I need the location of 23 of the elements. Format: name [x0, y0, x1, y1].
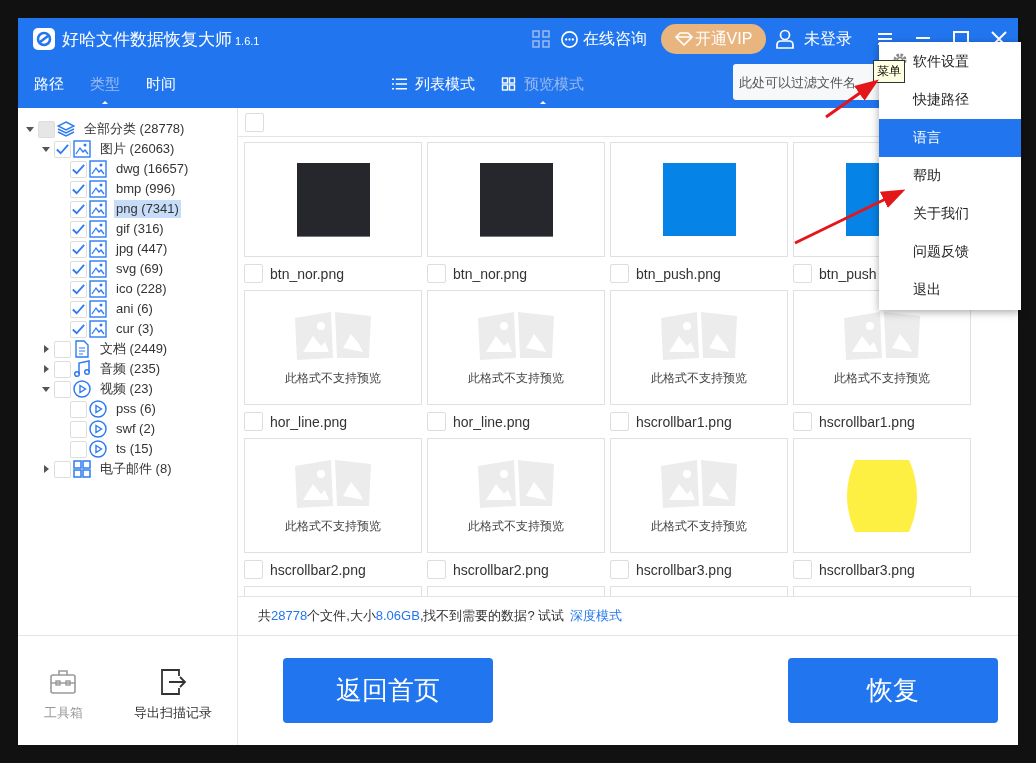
preview-unavailable-text: 此格式不支持预览 [651, 370, 747, 387]
preview-unavailable-text: 此格式不支持预览 [285, 518, 381, 535]
file-name: hscrollbar1.png [819, 413, 915, 430]
preview-unavailable-text: 此格式不支持预览 [468, 370, 564, 387]
preview-unavailable-text: 此格式不支持预览 [651, 518, 747, 535]
file-name: hor_line.png [453, 413, 531, 430]
file-name: hscrollbar1.png [636, 413, 732, 430]
version-label: 1.6.1 [235, 34, 260, 47]
preview-unavailable-text: 此格式不支持预览 [285, 370, 381, 387]
preview-unavailable-text: 此格式不支持预览 [468, 518, 564, 535]
file-name: hscrollbar3.png [636, 561, 732, 578]
window-title: 好哈文件数据恢复大师 [62, 28, 232, 51]
file-name: btn_push [819, 265, 877, 282]
file-name: hscrollbar2.png [453, 561, 549, 578]
file-name: btn_nor.png [453, 265, 527, 282]
file-name: hscrollbar3.png [819, 561, 915, 578]
file-name: hscrollbar2.png [270, 561, 366, 578]
summary-text: 共28778个文件,大小8.06GB,找不到需要的数据? 试试 [258, 607, 565, 625]
file-name: hor_line.png [270, 413, 348, 430]
file-name: btn_push.png [636, 265, 721, 282]
tooltip: 菜单 [873, 60, 905, 83]
preview-unavailable-text: 此格式不支持预览 [834, 370, 930, 387]
file-name: btn_nor.png [270, 265, 344, 282]
